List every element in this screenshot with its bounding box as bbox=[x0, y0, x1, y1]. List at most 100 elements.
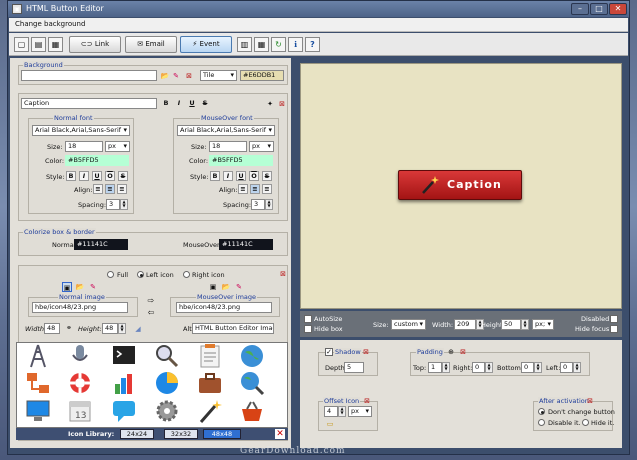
mouseover-strike-button[interactable]: S bbox=[262, 171, 272, 181]
antenna-tower-icon[interactable] bbox=[25, 343, 51, 369]
close-library-icon[interactable]: ✕ bbox=[275, 429, 285, 439]
mouseover-color-input[interactable]: #B5FFD5 bbox=[209, 155, 273, 166]
mouseover-image-input[interactable]: hbe/icon48/23.png bbox=[176, 302, 272, 313]
caption-italic-button[interactable]: I bbox=[174, 99, 184, 109]
magic-wand-icon[interactable]: ✦ bbox=[265, 99, 275, 109]
normal-bold-button[interactable]: B bbox=[66, 171, 76, 181]
background-color-input[interactable]: #E6DDB1 bbox=[240, 70, 284, 81]
mouseover-image-pick-icon[interactable]: ▣ bbox=[208, 282, 218, 292]
email-button[interactable]: ✉ Email bbox=[125, 36, 177, 53]
hidebox-checkbox[interactable]: ✓ bbox=[304, 325, 312, 333]
normal-spacing-spinner[interactable]: ▲ ▼ bbox=[120, 199, 128, 210]
radio-full[interactable] bbox=[107, 271, 114, 278]
mouseover-image-eraser-icon[interactable]: ✎ bbox=[234, 282, 244, 292]
layout-icon[interactable]: ▥ bbox=[237, 37, 252, 52]
microphone-icon[interactable] bbox=[67, 343, 93, 369]
normal-align-right-icon[interactable]: ≡ bbox=[117, 184, 127, 194]
padding-left-input[interactable]: 0 bbox=[560, 362, 573, 373]
caption-underline-button[interactable]: U bbox=[187, 99, 197, 109]
normal-strike-button[interactable]: S bbox=[118, 171, 128, 181]
normal-size-input[interactable]: 18 bbox=[65, 141, 103, 152]
radio-disable[interactable] bbox=[538, 419, 545, 426]
normal-italic-button[interactable]: I bbox=[79, 171, 89, 181]
size-48-button[interactable]: 48x48 bbox=[203, 429, 241, 439]
terminal-icon[interactable] bbox=[111, 343, 137, 369]
mouseover-font-family-select[interactable]: Arial Black,Arial,Sans-Serif bbox=[177, 125, 275, 136]
link-proportions-icon[interactable]: ⚭ bbox=[64, 323, 74, 333]
monitor-icon[interactable] bbox=[25, 398, 51, 424]
autosize-checkbox[interactable] bbox=[304, 315, 312, 323]
refresh-icon[interactable]: ↻ bbox=[271, 37, 286, 52]
link-button[interactable]: ⊂⊃ Link bbox=[69, 36, 121, 53]
chat-bubble-icon[interactable] bbox=[111, 398, 137, 424]
normal-underline-button[interactable]: U bbox=[92, 171, 102, 181]
shopping-basket-icon[interactable] bbox=[239, 398, 265, 424]
new-icon[interactable]: ▢ bbox=[14, 37, 29, 52]
bar-chart-icon[interactable] bbox=[111, 370, 137, 396]
normal-image-eraser-icon[interactable]: ✎ bbox=[88, 282, 98, 292]
disabled-checkbox[interactable] bbox=[610, 315, 618, 323]
normal-overline-button[interactable]: O bbox=[105, 171, 115, 181]
offset-spinner[interactable]: ▲ ▼ bbox=[338, 406, 346, 417]
network-icon[interactable] bbox=[25, 370, 51, 396]
normal-image-folder-icon[interactable]: 📂 bbox=[75, 282, 85, 292]
menu-change-background[interactable]: Change background bbox=[15, 20, 85, 28]
gear-icon[interactable] bbox=[154, 398, 180, 424]
hidefocus-checkbox[interactable]: ✓ bbox=[610, 325, 618, 333]
delete-icon[interactable]: ⊠ bbox=[184, 71, 194, 81]
mouseover-bold-button[interactable]: B bbox=[210, 171, 220, 181]
caption-delete-icon[interactable]: ⊠ bbox=[277, 99, 287, 109]
alt-input[interactable]: HTML Button Editor Image bbox=[192, 323, 274, 334]
mouseover-overline-button[interactable]: O bbox=[249, 171, 259, 181]
mouseover-underline-button[interactable]: U bbox=[236, 171, 246, 181]
mouseover-size-input[interactable]: 18 bbox=[209, 141, 247, 152]
icon-width-input[interactable]: 48 bbox=[44, 323, 60, 334]
folder-icon[interactable]: 📂 bbox=[160, 71, 170, 81]
resize-corner-icon[interactable]: ◢ bbox=[133, 324, 143, 334]
preview-button[interactable]: Caption bbox=[398, 170, 522, 200]
button-width-input[interactable]: 209 bbox=[454, 319, 476, 330]
unit-select[interactable]: px; bbox=[532, 319, 554, 330]
padding-delete-icon[interactable]: ⊠ bbox=[458, 347, 468, 357]
image-icon[interactable]: ▦ bbox=[48, 37, 63, 52]
size-select[interactable]: custom bbox=[391, 319, 426, 330]
normal-color-input[interactable]: #B5FFD5 bbox=[65, 155, 129, 166]
help-icon[interactable]: ? bbox=[305, 37, 320, 52]
padding-right-input[interactable]: 0 bbox=[472, 362, 485, 373]
radio-right-icon[interactable] bbox=[183, 271, 190, 278]
normal-image-input[interactable]: hbe/icon48/23.png bbox=[32, 302, 128, 313]
caption-strike-button[interactable]: S bbox=[200, 99, 210, 109]
radio-left-icon[interactable] bbox=[137, 271, 144, 278]
mouseover-spacing-spinner[interactable]: ▲ ▼ bbox=[265, 199, 273, 210]
mouseover-align-right-icon[interactable]: ≡ bbox=[262, 184, 272, 194]
button-height-input[interactable]: 50 bbox=[501, 319, 521, 330]
copy-left-icon[interactable]: ⇦ bbox=[146, 308, 156, 318]
pie-chart-icon[interactable] bbox=[154, 370, 180, 396]
colorize-mouseover-input[interactable]: #11141C bbox=[219, 239, 273, 250]
caption-input[interactable]: Caption bbox=[21, 98, 157, 109]
globe-icon[interactable] bbox=[239, 343, 265, 369]
info-icon[interactable]: ℹ bbox=[288, 37, 303, 52]
shadow-checkbox[interactable]: ✓ bbox=[325, 348, 333, 356]
normal-image-pick-icon[interactable]: ▣ bbox=[62, 282, 72, 292]
magic-wand-library-icon[interactable] bbox=[197, 398, 223, 424]
normal-align-center-icon[interactable]: ≡ bbox=[105, 184, 115, 194]
globe-search-icon[interactable] bbox=[239, 370, 265, 396]
icon-height-input[interactable]: 48 bbox=[102, 323, 118, 334]
offset-delete-icon[interactable]: ⊠ bbox=[362, 396, 372, 406]
background-mode-select[interactable]: Tile bbox=[200, 70, 237, 81]
magnifier-icon[interactable] bbox=[154, 343, 180, 369]
size-24-button[interactable]: 24x24 bbox=[120, 429, 154, 439]
size-32-button[interactable]: 32x32 bbox=[164, 429, 198, 439]
save-icon[interactable]: ▤ bbox=[31, 37, 46, 52]
radio-dont-change[interactable] bbox=[538, 408, 545, 415]
normal-align-left-icon[interactable]: ≡ bbox=[93, 184, 103, 194]
padding-top-spinner[interactable]: ▲ ▼ bbox=[442, 362, 450, 373]
clipboard-icon[interactable] bbox=[197, 343, 223, 369]
calendar-icon[interactable]: 13 bbox=[67, 398, 93, 424]
normal-font-family-select[interactable]: Arial Black,Arial,Sans-Serif bbox=[32, 125, 130, 136]
normal-spacing-input[interactable]: 3 bbox=[106, 199, 120, 210]
briefcase-icon[interactable] bbox=[197, 370, 223, 396]
button-height-spinner[interactable]: ▲ ▼ bbox=[521, 319, 529, 330]
offset-unit-select[interactable]: px bbox=[348, 406, 372, 417]
